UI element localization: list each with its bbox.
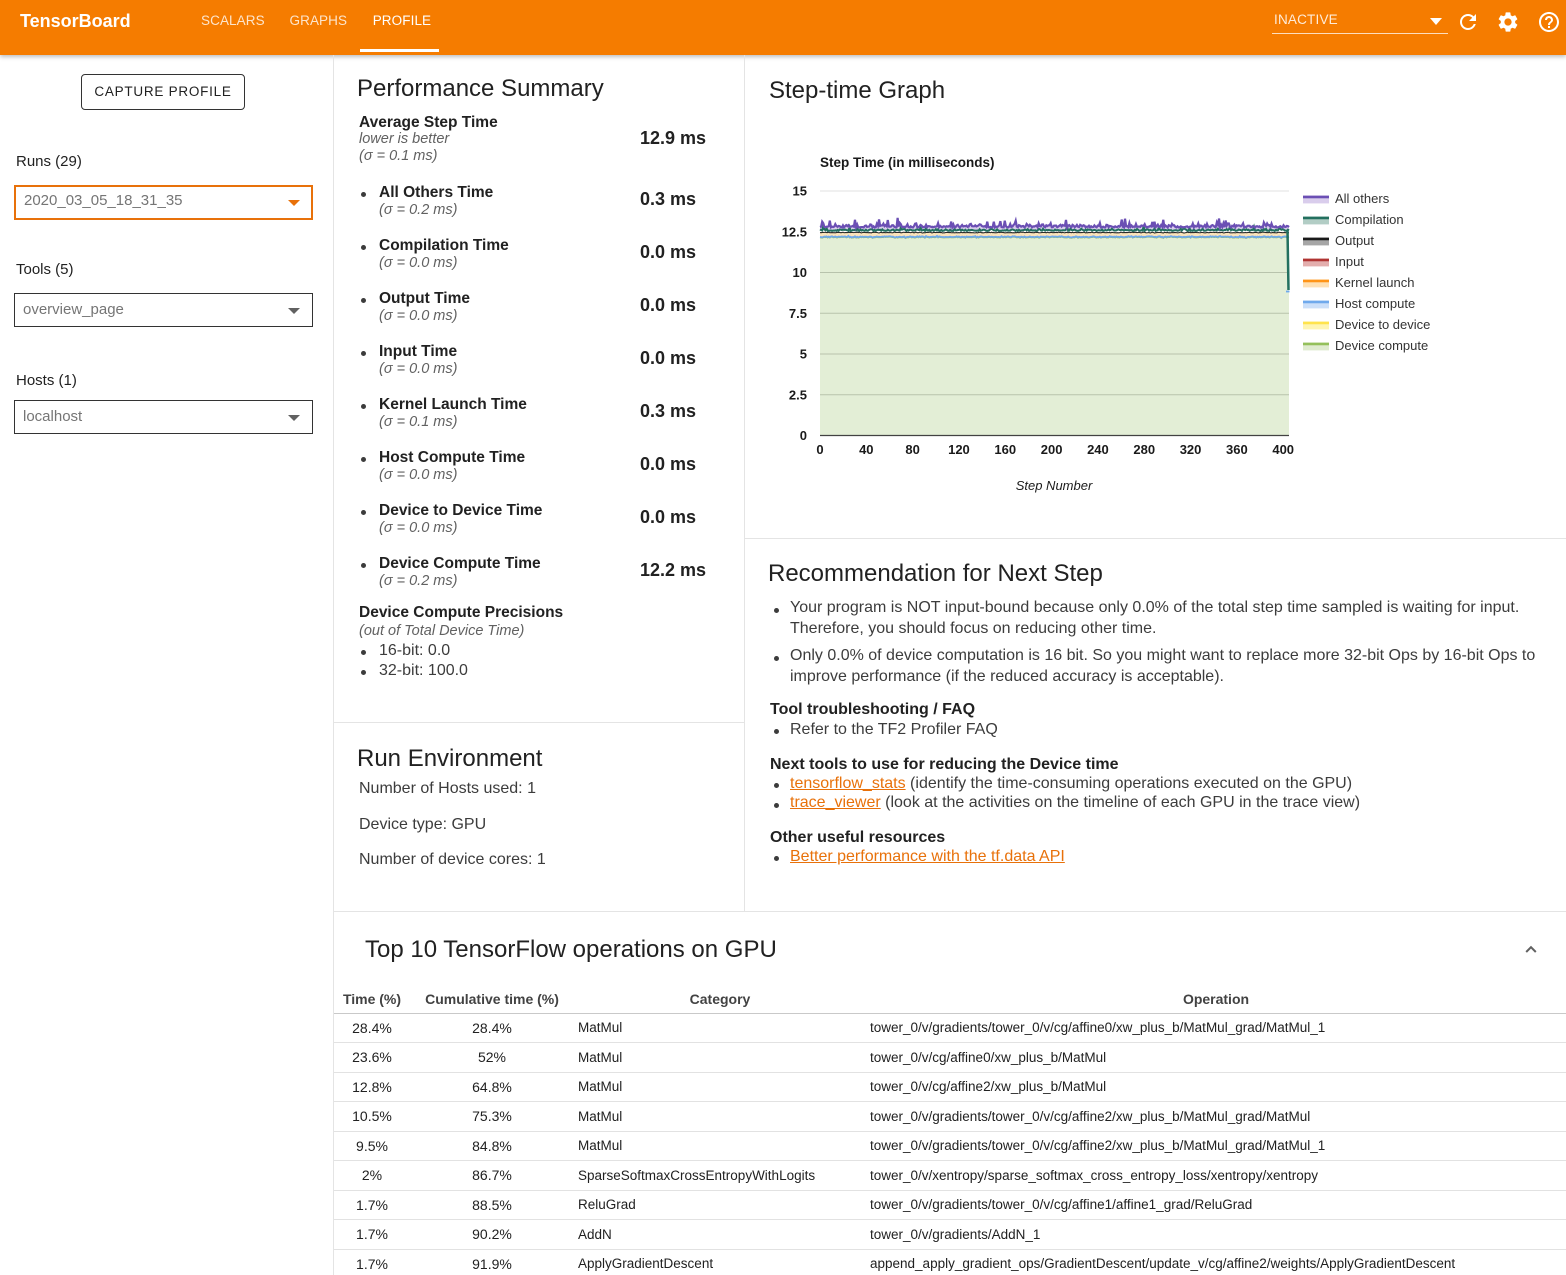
svg-text:120: 120 [948,442,970,457]
svg-text:All others: All others [1335,191,1390,206]
svg-text:320: 320 [1180,442,1202,457]
svg-text:Device compute: Device compute [1335,338,1428,353]
svg-text:Step Time (in milliseconds): Step Time (in milliseconds) [820,155,995,170]
svg-text:200: 200 [1041,442,1063,457]
svg-text:160: 160 [994,442,1016,457]
svg-text:360: 360 [1226,442,1248,457]
svg-text:2.5: 2.5 [789,387,807,402]
svg-text:Output: Output [1335,233,1374,248]
svg-text:Input: Input [1335,254,1364,269]
svg-text:7.5: 7.5 [789,306,807,321]
svg-text:Device to device: Device to device [1335,317,1430,332]
svg-text:0: 0 [800,428,807,443]
svg-text:Kernel launch: Kernel launch [1335,275,1415,290]
svg-text:280: 280 [1133,442,1155,457]
svg-text:10: 10 [793,265,807,280]
svg-text:0: 0 [816,442,823,457]
svg-text:80: 80 [905,442,919,457]
svg-text:240: 240 [1087,442,1109,457]
svg-text:40: 40 [859,442,873,457]
svg-text:Compilation: Compilation [1335,212,1404,227]
svg-text:Step Number: Step Number [1016,478,1093,493]
svg-text:15: 15 [793,184,807,199]
svg-text:12.5: 12.5 [782,224,807,239]
svg-text:Host compute: Host compute [1335,296,1415,311]
svg-text:5: 5 [800,347,807,362]
svg-text:400: 400 [1272,442,1294,457]
